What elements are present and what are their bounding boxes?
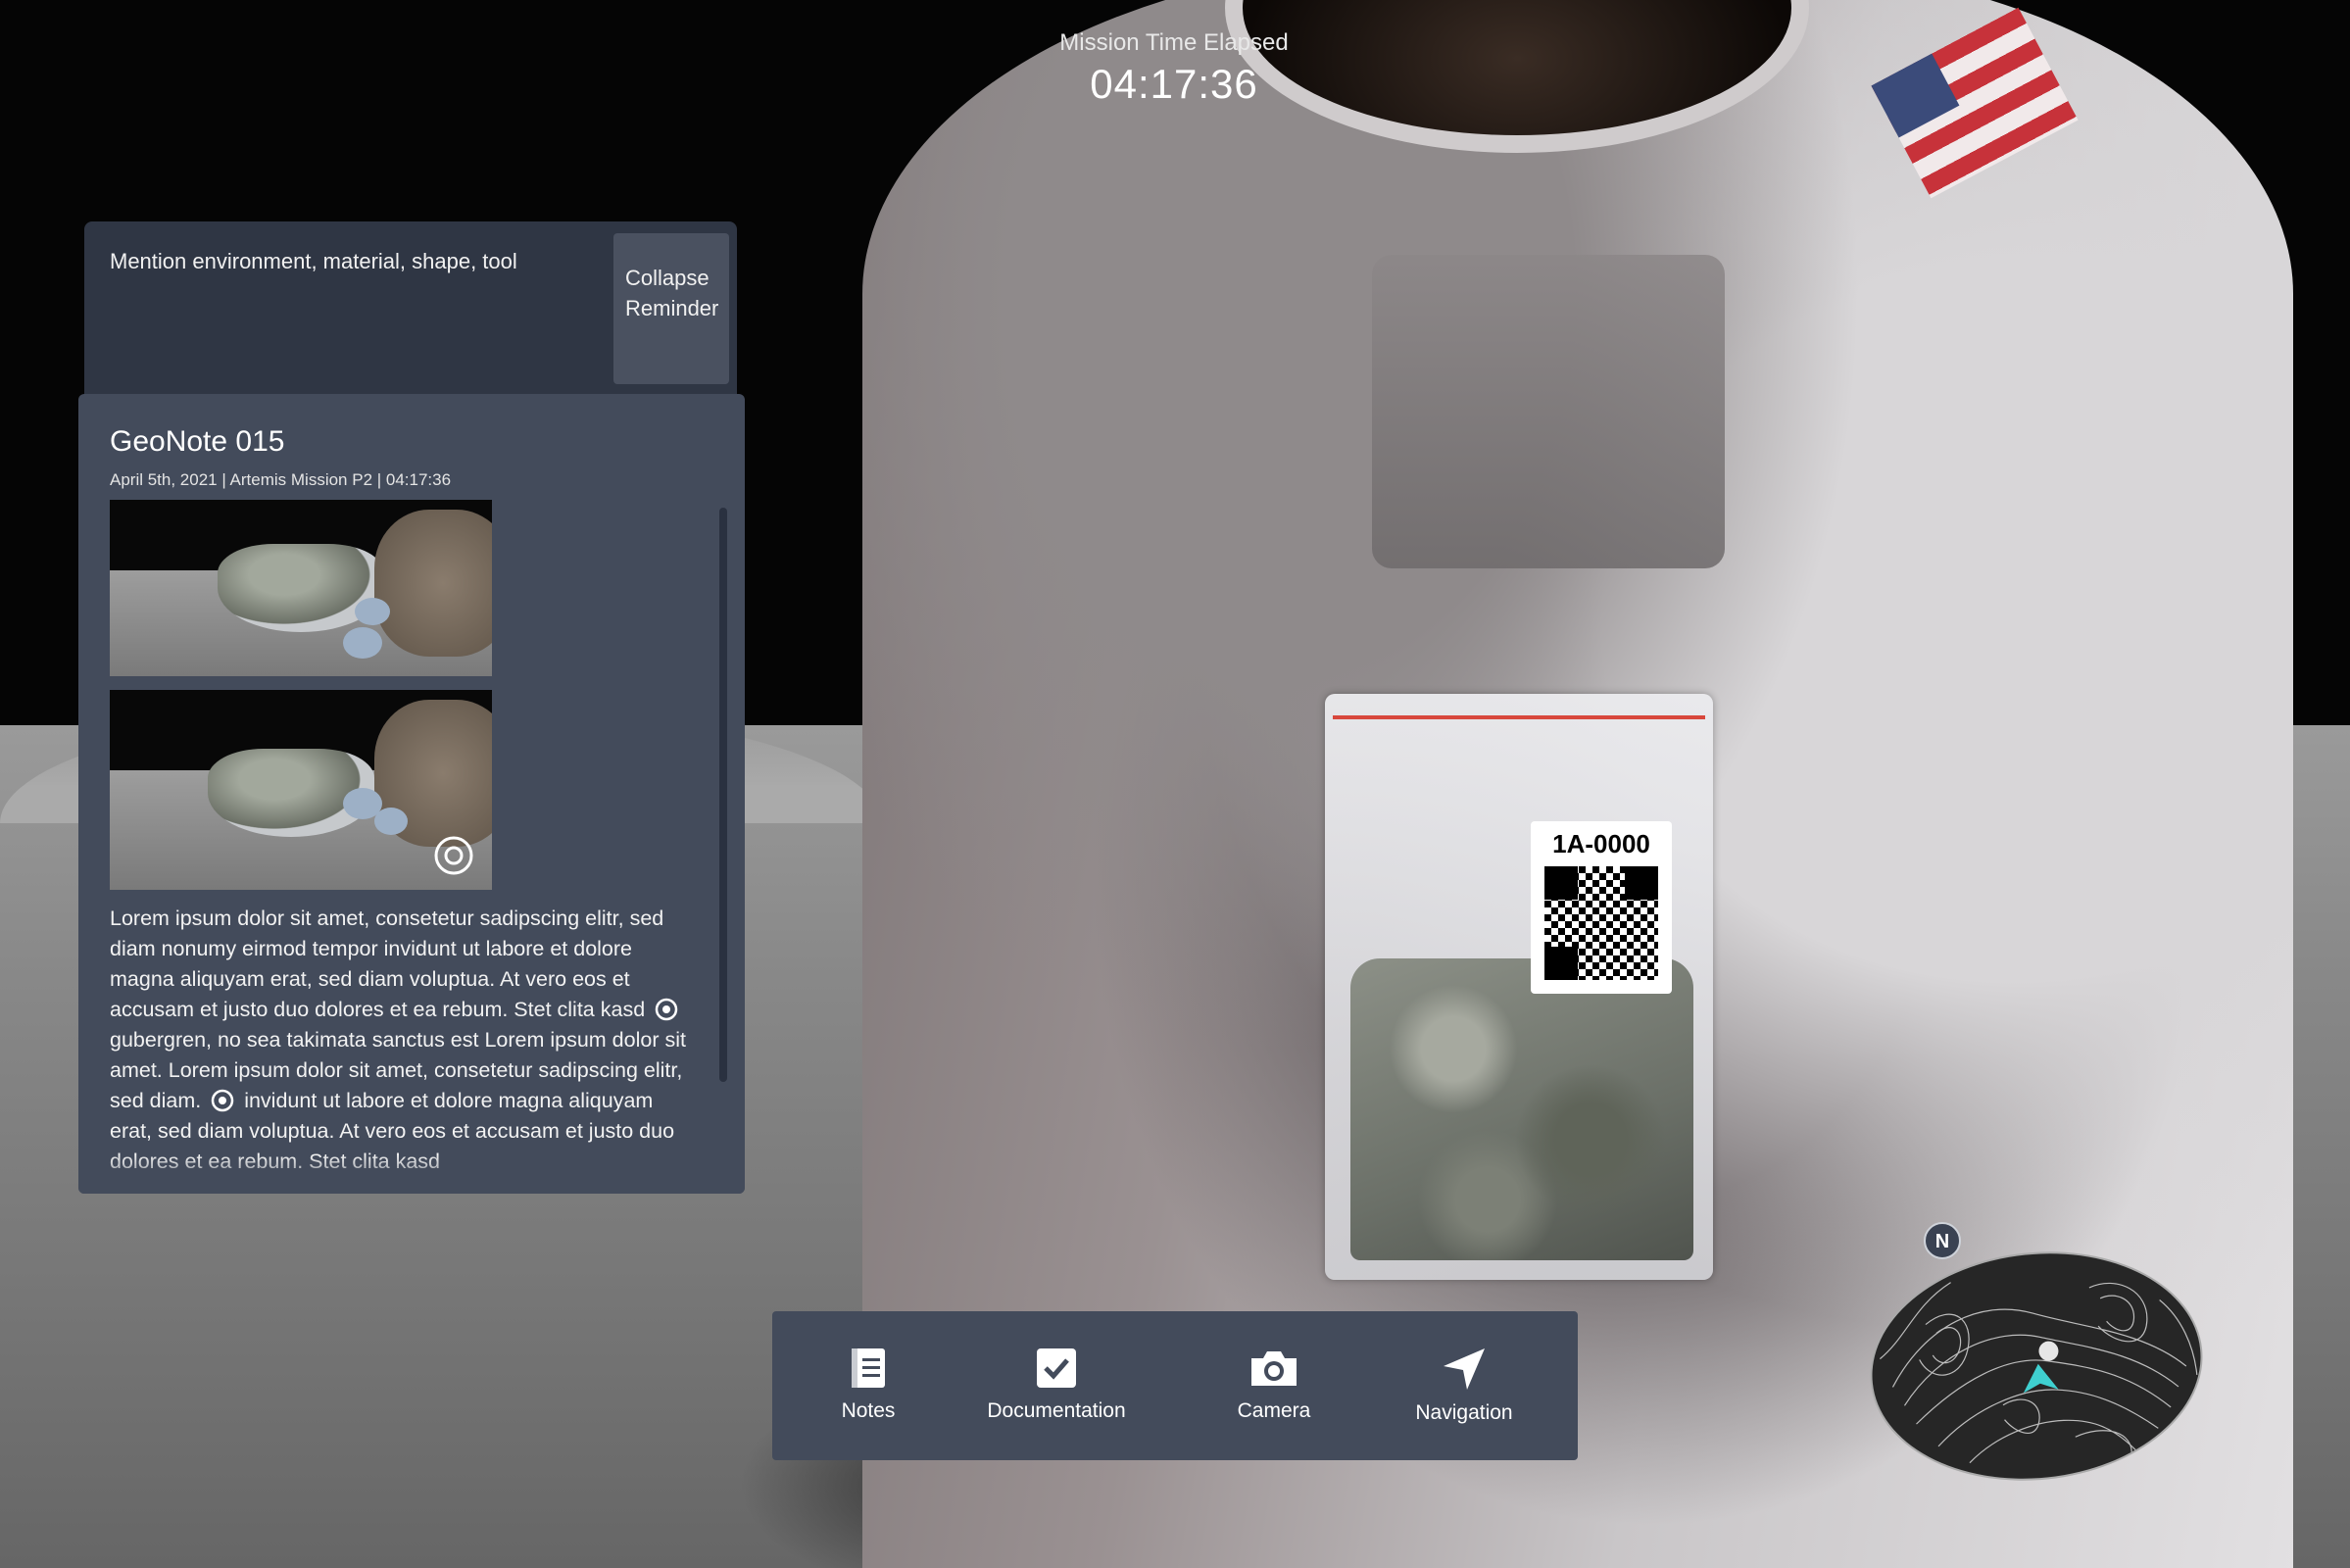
- navigation-button[interactable]: Navigation: [1395, 1311, 1533, 1460]
- text-fade: [78, 1154, 745, 1194]
- geonote-title: GeoNote 015: [110, 425, 285, 458]
- target-icon[interactable]: [433, 835, 474, 876]
- geonote-panel: GeoNote 015 April 5th, 2021 | Artemis Mi…: [78, 394, 745, 1194]
- sample-label: 1A-0000: [1531, 821, 1672, 994]
- sample-bag-seal: [1333, 715, 1705, 719]
- documentation-label: Documentation: [987, 1399, 1126, 1422]
- geonote-photo-2[interactable]: [110, 690, 492, 890]
- notes-label: Notes: [841, 1399, 896, 1422]
- geonote-metadata: April 5th, 2021 | Artemis Mission P2 | 0…: [110, 470, 452, 489]
- astronaut-glove: [374, 510, 492, 657]
- collapse-label-line2: Reminder: [625, 296, 719, 320]
- geonote-body-text: Lorem ipsum dolor sit amet, consetetur s…: [110, 904, 688, 1177]
- geonote-body-part1: Lorem ipsum dolor sit amet, consetetur s…: [110, 906, 664, 1021]
- mission-timer-label: Mission Time Elapsed: [1059, 29, 1289, 56]
- regolith-sample: [1350, 958, 1693, 1260]
- target-icon[interactable]: [211, 1089, 234, 1112]
- collapse-label-line1: Collapse: [625, 266, 710, 290]
- notes-icon: [852, 1348, 885, 1388]
- position-marker-icon: [2023, 1363, 2059, 1394]
- mission-timer: Mission Time Elapsed 04:17:36: [1027, 29, 1321, 108]
- reminder-panel: Mention environment, material, shape, to…: [84, 221, 737, 394]
- camera-icon: [1251, 1351, 1297, 1386]
- geonote-photo-1[interactable]: [110, 500, 492, 676]
- collapse-reminder-button[interactable]: Collapse Reminder: [613, 233, 729, 384]
- mission-timer-value: 04:17:36: [1090, 61, 1258, 107]
- sample-id: 1A-0000: [1552, 829, 1650, 858]
- documentation-button[interactable]: Documentation: [978, 1311, 1135, 1460]
- sample-bag: 1A-0000: [1325, 694, 1713, 1280]
- camera-label: Camera: [1237, 1399, 1311, 1422]
- camera-button[interactable]: Camera: [1215, 1311, 1333, 1460]
- reminder-text: Mention environment, material, shape, to…: [110, 249, 517, 273]
- target-icon[interactable]: [655, 998, 678, 1021]
- qr-code-icon: [1544, 866, 1658, 980]
- geonote-scrollbar[interactable]: [719, 508, 727, 1082]
- bottom-toolbar: Notes Documentation Camera Navigation: [772, 1311, 1578, 1460]
- astronaut-chest-pack: [1372, 255, 1725, 568]
- checkbox-icon: [1037, 1348, 1076, 1388]
- notes-button[interactable]: Notes: [811, 1311, 925, 1460]
- navigation-arrow-icon: [1444, 1348, 1485, 1390]
- compass-north-badge: N: [1924, 1222, 1961, 1259]
- navigation-label: Navigation: [1415, 1401, 1513, 1424]
